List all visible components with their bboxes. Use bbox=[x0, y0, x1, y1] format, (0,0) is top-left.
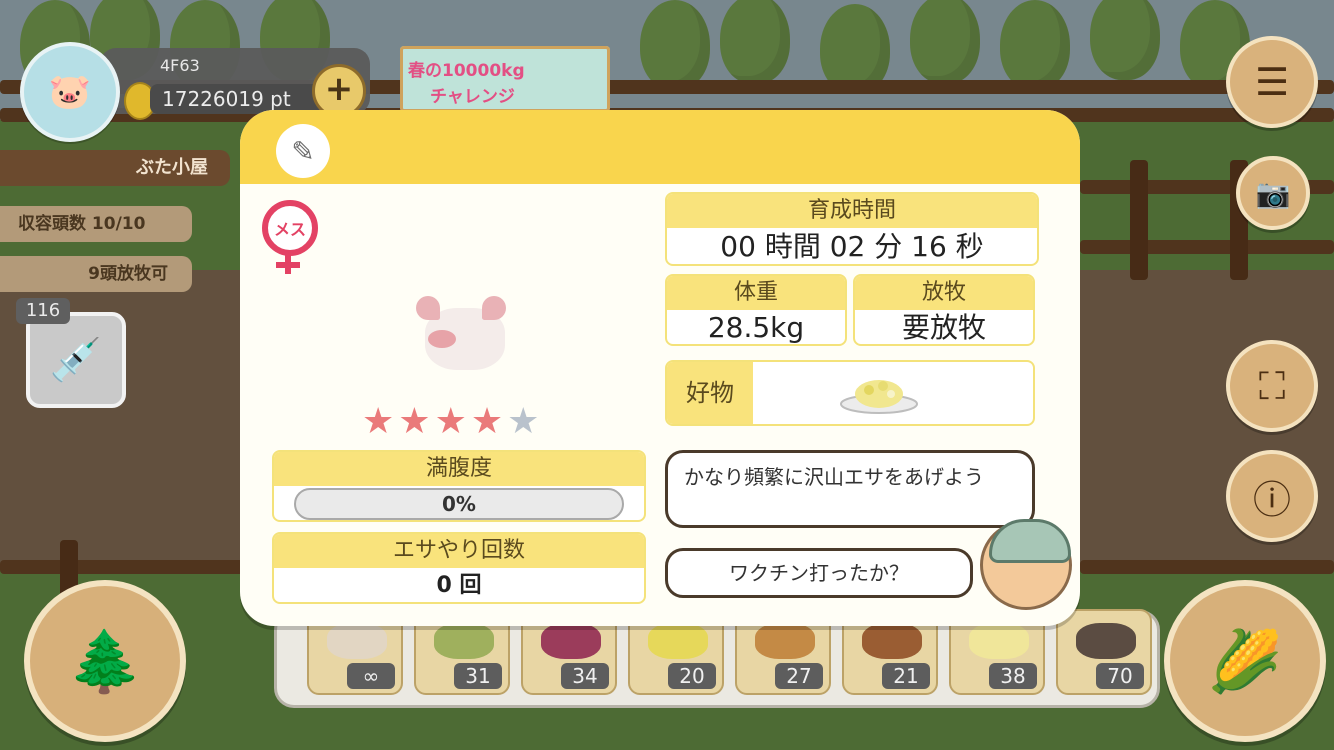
weight-value: 28.5kg bbox=[707, 311, 805, 344]
female-gender-icon: メス bbox=[262, 200, 318, 256]
farmer-avatar bbox=[980, 519, 1072, 610]
capacity-label: 収容頭数 10/10 bbox=[0, 206, 192, 242]
food-count: 70 bbox=[1096, 663, 1144, 689]
menu-button[interactable]: ☰ bbox=[1226, 36, 1318, 128]
info-cycle-icon: ⓘ bbox=[1252, 477, 1291, 522]
pig-figure bbox=[410, 290, 520, 380]
star-icon-filled: ★ bbox=[470, 401, 504, 442]
food-icon bbox=[648, 623, 708, 659]
vaccine-count: 116 bbox=[16, 298, 70, 324]
favorite-label: 好物 bbox=[667, 362, 753, 424]
barn-label[interactable]: ぶた小屋 bbox=[0, 150, 230, 186]
food-item[interactable]: 70 bbox=[1056, 609, 1152, 695]
food-count: 27 bbox=[775, 663, 823, 689]
favorite-food-row: 好物 bbox=[665, 360, 1035, 426]
food-icon bbox=[1076, 623, 1136, 659]
pig-avatar-icon[interactable]: 🐷 bbox=[20, 42, 120, 142]
focus-button[interactable]: ⛶ bbox=[1226, 340, 1318, 432]
syringe-icon: 💉 bbox=[49, 335, 103, 384]
pig-detail-modal: ✎ メス ★ ★ ★ ★ ★ 満腹度 0% エサやり回数 0 回 育成時間 00… bbox=[240, 110, 1080, 626]
info-button[interactable]: ⓘ bbox=[1226, 450, 1318, 542]
grazing-title: 放牧 bbox=[855, 276, 1033, 310]
modal-header bbox=[240, 110, 1080, 184]
focus-frame-icon: ⛶ bbox=[1258, 363, 1286, 408]
forest-button[interactable]: 🌲 bbox=[24, 580, 186, 742]
fullness-title: 満腹度 bbox=[274, 452, 644, 486]
edit-name-button[interactable]: ✎ bbox=[276, 124, 330, 178]
growth-time-box: 育成時間 00 時間 02 分 16 秒 bbox=[665, 192, 1039, 266]
pig-ear bbox=[416, 296, 440, 320]
feed-count-value: 0 回 bbox=[436, 573, 482, 598]
pig-nose bbox=[428, 330, 456, 348]
rating-stars: ★ ★ ★ ★ ★ bbox=[362, 402, 562, 442]
gender-label: メス bbox=[273, 220, 306, 239]
camera-button[interactable]: 📷 bbox=[1236, 156, 1310, 230]
food-plate-icon bbox=[840, 380, 918, 414]
event-banner[interactable]: 春の10000kg チャレンジ bbox=[400, 46, 610, 112]
capacity-text: 収容頭数 10/10 bbox=[18, 214, 146, 234]
farmer-cap bbox=[989, 519, 1071, 563]
camera-icon: 📷 bbox=[1255, 176, 1291, 210]
food-count: ∞ bbox=[347, 663, 395, 689]
growth-time-value: 00 時間 02 分 16 秒 bbox=[720, 230, 984, 263]
trees-icon: 🌲 bbox=[67, 626, 143, 697]
grazing-box: 放牧 要放牧 bbox=[853, 274, 1035, 346]
barn-label-text: ぶた小屋 bbox=[136, 157, 208, 178]
player-id: 4F63 bbox=[160, 56, 200, 75]
food-icon bbox=[327, 623, 387, 659]
weight-title: 体重 bbox=[667, 276, 845, 310]
gender-symbol-bar bbox=[276, 262, 300, 268]
fullness-progress-bar: 0% bbox=[294, 488, 624, 520]
food-count: 34 bbox=[561, 663, 609, 689]
fullness-value: 0% bbox=[442, 492, 476, 516]
star-icon-filled: ★ bbox=[398, 401, 431, 442]
food-icon bbox=[434, 623, 494, 659]
pig-ear bbox=[482, 296, 506, 320]
food-count: 20 bbox=[668, 663, 716, 689]
corn-icon: 🌽 bbox=[1207, 626, 1283, 697]
food-icon bbox=[969, 623, 1029, 659]
feed-button[interactable]: 🌽 bbox=[1164, 580, 1326, 742]
feed-count-title: エサやり回数 bbox=[274, 534, 644, 568]
graze-available-label: 9頭放牧可 bbox=[0, 256, 192, 292]
food-icon bbox=[862, 623, 922, 659]
event-banner-title: 春の10000kg bbox=[408, 61, 525, 81]
vaccine-button[interactable]: 💉 bbox=[26, 312, 126, 408]
food-count: 21 bbox=[882, 663, 930, 689]
weight-box: 体重 28.5kg bbox=[665, 274, 847, 346]
food-icon bbox=[541, 623, 601, 659]
advice-bubble: かなり頻繁に沢山エサをあげよう bbox=[665, 450, 1035, 528]
fullness-box: 満腹度 0% bbox=[272, 450, 646, 522]
star-icon-filled: ★ bbox=[434, 401, 467, 442]
pencil-icon: ✎ bbox=[291, 134, 315, 168]
hamburger-menu-icon: ☰ bbox=[1254, 60, 1290, 104]
star-icon-filled: ★ bbox=[362, 401, 395, 442]
food-count: 38 bbox=[989, 663, 1037, 689]
food-count: 31 bbox=[454, 663, 502, 689]
growth-time-title: 育成時間 bbox=[667, 194, 1037, 228]
grazing-value: 要放牧 bbox=[901, 311, 986, 344]
plus-icon: + bbox=[324, 69, 354, 109]
star-icon-empty: ★ bbox=[507, 401, 540, 442]
food-icon bbox=[755, 623, 815, 659]
graze-available-text: 9頭放牧可 bbox=[88, 264, 168, 284]
feed-count-box: エサやり回数 0 回 bbox=[272, 532, 646, 604]
vaccine-reminder-bubble: ワクチン打ったか？ bbox=[665, 548, 973, 598]
event-banner-subtitle: チャレンジ bbox=[430, 87, 515, 107]
